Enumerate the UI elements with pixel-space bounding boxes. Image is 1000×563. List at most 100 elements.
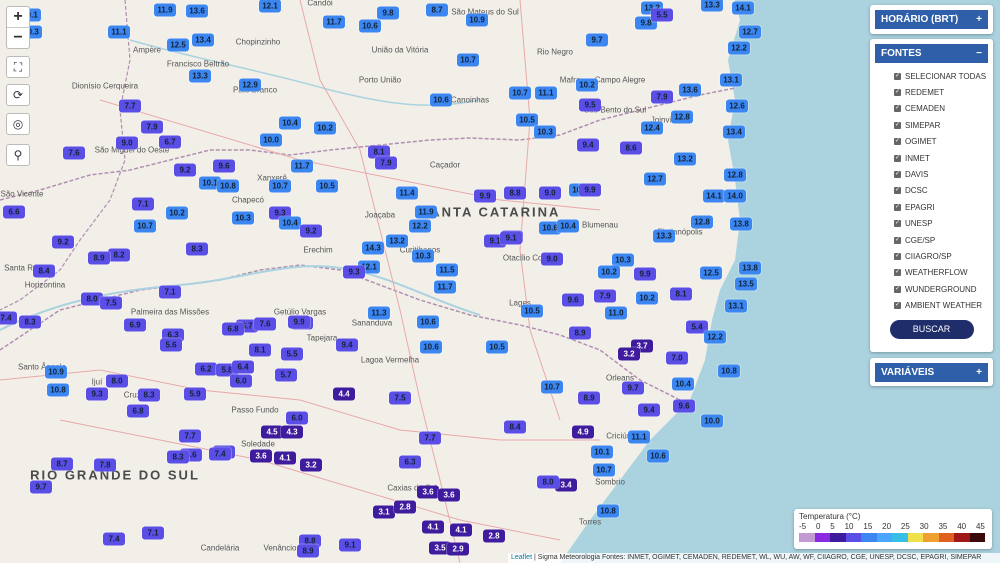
temperature-marker[interactable]: 13.2 [386,234,408,248]
temperature-marker[interactable]: 4.1 [422,520,444,534]
temperature-marker[interactable]: 13.8 [730,217,752,231]
temperature-marker[interactable]: 10.5 [521,304,543,318]
temperature-marker[interactable]: 8.3 [186,242,208,256]
temperature-marker[interactable]: 10.7 [509,86,531,100]
temperature-marker[interactable]: 12.8 [671,110,693,124]
temperature-marker[interactable]: 11.0 [605,306,627,320]
temperature-marker[interactable]: 9.9 [579,183,601,197]
temperature-marker[interactable]: 9.7 [586,33,608,47]
temperature-marker[interactable]: 3.2 [300,458,322,472]
temperature-marker[interactable]: 8.9 [578,391,600,405]
temperature-marker[interactable]: 10.0 [701,414,723,428]
temperature-marker[interactable]: 7.5 [100,296,122,310]
temperature-marker[interactable]: 7.9 [651,90,673,104]
temperature-marker[interactable]: 6.8 [127,404,149,418]
temperature-marker[interactable]: 10.4 [279,116,301,130]
temperature-marker[interactable]: 11.1 [628,430,650,444]
temperature-marker[interactable]: 13.5 [735,277,757,291]
temperature-marker[interactable]: 10.4 [672,377,694,391]
temperature-marker[interactable]: 9.0 [539,186,561,200]
temperature-marker[interactable]: 10.7 [134,219,156,233]
temperature-marker[interactable]: 7.7 [179,429,201,443]
temperature-marker[interactable]: 6.3 [399,455,421,469]
temperature-marker[interactable]: 11.1 [535,86,557,100]
fontes-header[interactable]: FONTES − [875,44,988,63]
temperature-marker[interactable]: 6.4 [232,360,254,374]
checkbox[interactable]: ✓ [894,171,901,179]
buscar-button[interactable]: BUSCAR [889,319,974,339]
temperature-marker[interactable]: 4.4 [333,387,355,401]
temperature-marker[interactable]: 12.9 [239,78,261,92]
temperature-marker[interactable]: 9.2 [52,235,74,249]
temperature-marker[interactable]: 10.6 [430,93,452,107]
temperature-marker[interactable]: 12.8 [691,215,713,229]
temperature-marker[interactable]: 9.7 [622,381,644,395]
temperature-marker[interactable]: 8.8 [504,186,526,200]
temperature-marker[interactable]: 3.6 [250,449,272,463]
temperature-marker[interactable]: 8.9 [569,326,591,340]
temperature-marker[interactable]: 11.9 [154,3,176,17]
checkbox[interactable]: ✓ [894,236,901,244]
temperature-marker[interactable]: 10.7 [593,463,615,477]
temperature-marker[interactable]: 10.5 [516,113,538,127]
temperature-marker[interactable]: 12.6 [726,99,748,113]
temperature-marker[interactable]: 8.4 [504,420,526,434]
temperature-marker[interactable]: 6.2 [195,362,217,376]
temperature-marker[interactable]: 8.1 [670,287,692,301]
temperature-marker[interactable]: 9.9 [474,189,496,203]
fonte-item[interactable]: ✓ DCSC [870,183,993,199]
temperature-marker[interactable]: 11.1 [108,25,130,39]
temperature-marker[interactable]: 4.3 [281,425,303,439]
temperature-marker[interactable]: 8.9 [88,251,110,265]
temperature-marker[interactable]: 14.0 [724,189,746,203]
fonte-item[interactable]: ✓ SIMEPAR [870,117,993,133]
temperature-marker[interactable]: 7.7 [419,431,441,445]
temperature-marker[interactable]: 7.7 [119,99,141,113]
fonte-item[interactable]: ✓ WEATHERFLOW [870,265,993,281]
temperature-marker[interactable]: 9.6 [213,159,235,173]
temperature-marker[interactable]: 11.7 [291,159,313,173]
checkbox[interactable]: ✓ [894,252,901,260]
temperature-marker[interactable]: 10.7 [541,380,563,394]
checkbox[interactable]: ✓ [894,302,901,310]
leaflet-link[interactable]: Leaflet [511,554,532,561]
temperature-marker[interactable]: 10.8 [597,504,619,518]
temperature-marker[interactable]: 4.5 [261,425,283,439]
temperature-marker[interactable]: 7.9 [375,156,397,170]
temperature-marker[interactable]: 8.7 [426,3,448,17]
fonte-item[interactable]: ✓ CIIAGRO/SP [870,248,993,264]
temperature-marker[interactable]: 13.1 [720,73,742,87]
checkbox[interactable]: ✓ [894,269,901,277]
temperature-marker[interactable]: 9.4 [638,403,660,417]
temperature-marker[interactable]: 11.9 [415,205,437,219]
fullscreen-button[interactable]: ⛶ [6,56,30,78]
temperature-marker[interactable]: 8.4 [33,264,55,278]
refresh-button[interactable]: ⟳ [6,84,30,106]
temperature-marker[interactable]: 10.6 [420,340,442,354]
temperature-marker[interactable]: 10.1 [591,445,613,459]
zoom-out-button[interactable]: − [7,27,29,48]
temperature-marker[interactable]: 13.6 [679,83,701,97]
temperature-marker[interactable]: 5.9 [184,387,206,401]
temperature-marker[interactable]: 8.0 [106,374,128,388]
temperature-marker[interactable]: 7.4 [103,532,125,546]
temperature-marker[interactable]: 9.0 [116,136,138,150]
temperature-marker[interactable]: 10.2 [576,78,598,92]
fonte-item[interactable]: ✓ UNESP [870,216,993,232]
temperature-marker[interactable]: 14.1 [703,189,725,203]
checkbox[interactable]: ✓ [894,220,901,228]
zoom-in-button[interactable]: + [7,7,29,27]
temperature-marker[interactable]: 4.9 [572,425,594,439]
temperature-marker[interactable]: 10.2 [166,206,188,220]
temperature-marker[interactable]: 7.1 [159,285,181,299]
temperature-marker[interactable]: 12.5 [700,266,722,280]
temperature-marker[interactable]: 10.8 [718,364,740,378]
temperature-marker[interactable]: 7.4 [209,447,231,461]
temperature-marker[interactable]: 8.9 [297,544,319,558]
temperature-marker[interactable]: 9.2 [174,163,196,177]
temperature-marker[interactable]: 10.6 [359,19,381,33]
temperature-marker[interactable]: 5.5 [281,347,303,361]
temperature-marker[interactable]: 9.4 [336,338,358,352]
temperature-marker[interactable]: 11.5 [436,263,458,277]
temperature-marker[interactable]: 11.3 [368,306,390,320]
